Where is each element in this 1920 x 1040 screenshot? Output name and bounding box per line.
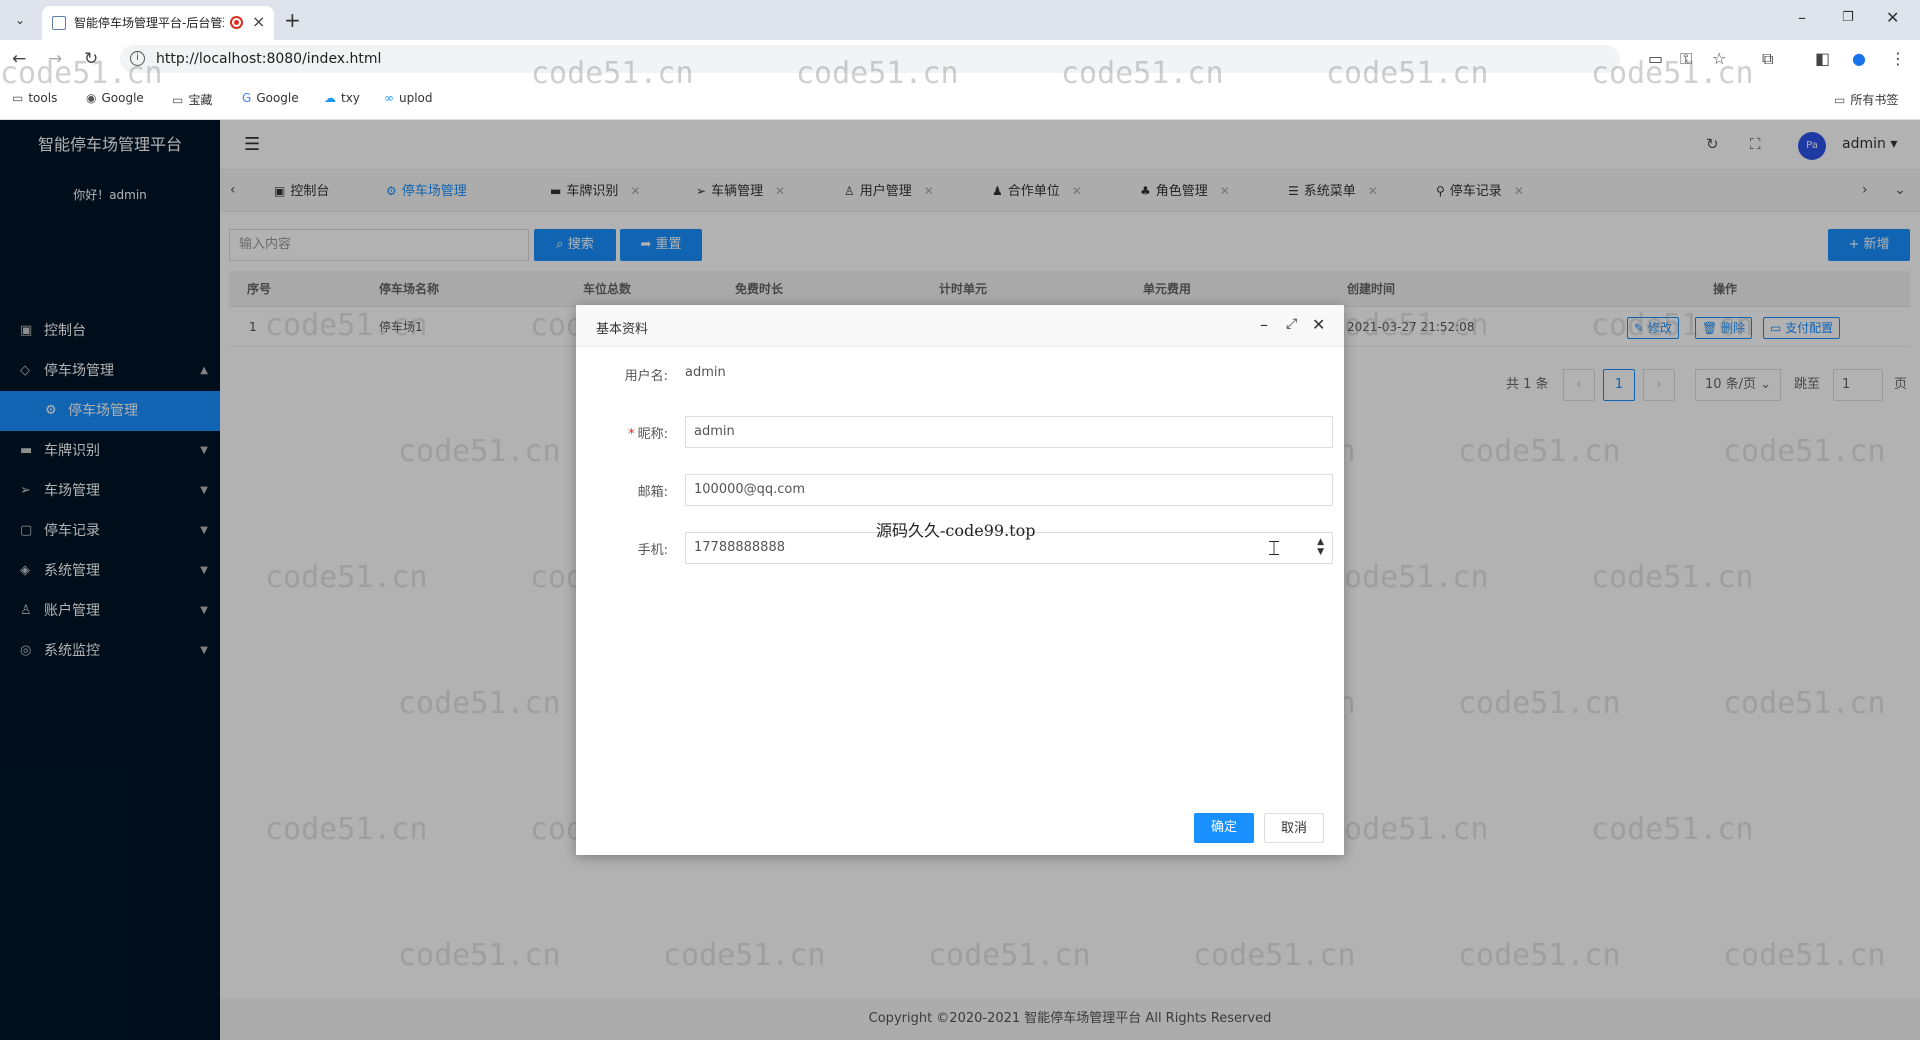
- watermark: code51.cn: [663, 938, 826, 973]
- username-value: admin: [685, 365, 726, 380]
- profile-dialog: 基本资料 – ⤢ ✕ 用户名: admin * 昵称: admin 邮箱: 100…: [576, 305, 1344, 855]
- minimize-icon[interactable]: –: [1260, 315, 1268, 334]
- phone-label: 手机:: [637, 543, 668, 558]
- nickname-label: * 昵称:: [628, 427, 668, 442]
- side-panel-icon[interactable]: ◧: [1815, 49, 1830, 68]
- bookmark-google-2[interactable]: G Google: [242, 91, 299, 105]
- watermark: code51.cn: [531, 56, 694, 91]
- cloud-icon: ☁: [324, 91, 336, 105]
- new-tab-button[interactable]: +: [284, 8, 301, 32]
- confirm-button[interactable]: 确定: [1194, 813, 1254, 843]
- bookmark-uplod[interactable]: ∞ uplod: [384, 91, 433, 105]
- folder-icon: ▭: [172, 93, 184, 107]
- watermark: code51.cn: [1723, 434, 1886, 469]
- watermark: code51.cn: [1458, 434, 1621, 469]
- folder-icon: ▭: [1834, 93, 1846, 107]
- watermark: code51.cn: [1723, 686, 1886, 721]
- restore-icon[interactable]: ❐: [1842, 10, 1854, 25]
- minimize-icon[interactable]: –: [1798, 8, 1806, 27]
- browser-menu-icon[interactable]: ⋮: [1890, 49, 1906, 68]
- watermark: code51.cn: [265, 308, 428, 343]
- watermark: code51.cn: [0, 56, 163, 91]
- watermark: code51.cn: [398, 938, 561, 973]
- bookmark-txy[interactable]: ☁ txy: [324, 91, 360, 105]
- folder-icon: ▭: [12, 91, 24, 105]
- text-cursor-icon: ⌶: [1268, 536, 1280, 560]
- watermark: code51.cn: [796, 56, 959, 91]
- number-stepper-icon[interactable]: ▲ ▼: [1317, 537, 1324, 557]
- watermark: code51.cn: [1458, 686, 1621, 721]
- watermark: code51.cn: [1326, 56, 1489, 91]
- watermark: code51.cn: [1458, 938, 1621, 973]
- watermark: code51.cn: [1591, 812, 1754, 847]
- close-icon[interactable]: ✕: [1312, 315, 1325, 334]
- bookmark-tools[interactable]: ▭ tools: [12, 91, 57, 105]
- watermark: code51.cn: [1326, 560, 1489, 595]
- email-field[interactable]: 100000@qq.com: [685, 474, 1333, 506]
- globe-icon: ◉: [86, 91, 97, 105]
- watermark: code51.cn: [1193, 938, 1356, 973]
- watermark: code51.cn: [1326, 308, 1489, 343]
- watermark: code51.cn: [265, 812, 428, 847]
- recording-icon: [230, 16, 243, 29]
- bookmark-treasure[interactable]: ▭ 宝藏: [172, 91, 212, 108]
- tab-close-icon[interactable]: ×: [252, 12, 265, 31]
- dialog-title: 基本资料: [596, 322, 649, 337]
- tab-search-icon[interactable]: ⌄: [8, 8, 32, 32]
- username-label: 用户名:: [624, 369, 668, 384]
- browser-tabstrip: ⌄ 智能停车场管理平台-后台管理 × + – ❐ ✕: [0, 0, 1920, 40]
- watermark: code51.cn: [1591, 308, 1754, 343]
- watermark: code51.cn: [1061, 56, 1224, 91]
- watermark: code51.cn: [1723, 938, 1886, 973]
- cancel-button[interactable]: 取消: [1264, 813, 1324, 843]
- dialog-header: 基本资料 – ⤢ ✕: [576, 305, 1344, 347]
- extensions-icon[interactable]: ⧉: [1762, 49, 1773, 69]
- watermark: code51.cn: [1591, 560, 1754, 595]
- watermark: code51.cn: [398, 686, 561, 721]
- browser-tab[interactable]: 智能停车场管理平台-后台管理 ×: [42, 6, 274, 40]
- watermark: code51.cn: [928, 938, 1091, 973]
- all-bookmarks[interactable]: ▭ 所有书签: [1834, 91, 1898, 108]
- email-label: 邮箱:: [637, 485, 668, 500]
- nickname-field[interactable]: admin: [685, 416, 1333, 448]
- url-text: http://localhost:8080/index.html: [156, 51, 382, 67]
- window-close-icon[interactable]: ✕: [1886, 8, 1899, 27]
- profile-icon[interactable]: ●: [1852, 49, 1866, 68]
- required-mark: *: [628, 427, 635, 442]
- watermark: code51.cn: [398, 434, 561, 469]
- maximize-icon[interactable]: ⤢: [1286, 316, 1297, 332]
- browser-tab-title: 智能停车场管理平台-后台管理: [74, 16, 224, 30]
- link-icon: ∞: [384, 91, 394, 105]
- watermark: code51.cn: [1591, 56, 1754, 91]
- bookmark-google[interactable]: ◉ Google: [86, 91, 144, 105]
- watermark: code51.cn: [265, 560, 428, 595]
- overlay-text: 源码久久-code99.top: [876, 521, 1036, 540]
- watermark: code51.cn: [1326, 812, 1489, 847]
- page-favicon-icon: [52, 16, 66, 30]
- google-icon: G: [242, 91, 252, 105]
